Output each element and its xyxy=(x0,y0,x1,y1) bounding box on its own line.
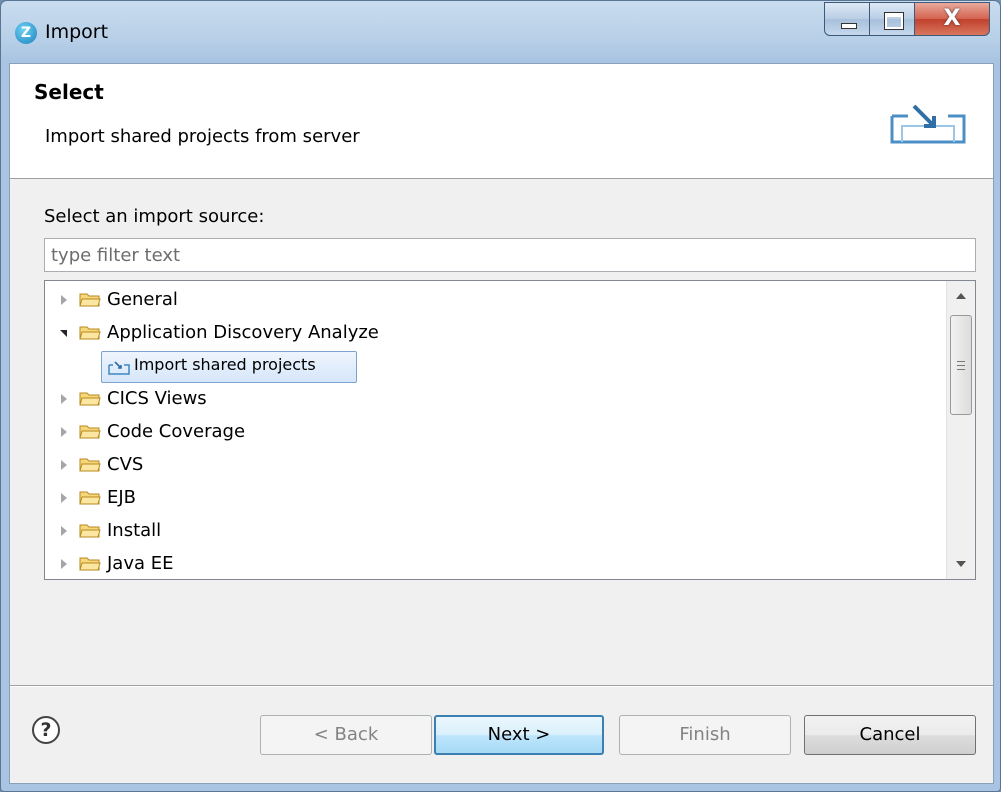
tree-item-label: Import shared projects xyxy=(134,355,316,374)
tree-item-import-shared-projects[interactable]: Import shared projects xyxy=(101,351,357,383)
grip-line xyxy=(957,365,965,366)
folder-icon xyxy=(79,326,101,340)
maximize-button[interactable] xyxy=(869,2,915,36)
tree-item-label: EJB xyxy=(107,487,137,508)
minimize-button[interactable] xyxy=(824,2,870,36)
expand-arrow-icon[interactable] xyxy=(61,559,67,569)
tree-item-label: General xyxy=(107,289,178,310)
folder-icon xyxy=(79,293,101,307)
folder-icon xyxy=(79,491,101,505)
tree-item-label: Application Discovery Analyze xyxy=(107,322,379,343)
minimize-icon xyxy=(825,3,869,35)
import-source-tree[interactable]: General Application Discovery Analyze Im… xyxy=(44,280,976,580)
folder-icon xyxy=(79,458,101,472)
import-wizard-icon xyxy=(890,104,966,144)
close-button[interactable]: X xyxy=(914,2,990,36)
title-bar[interactable]: Z Import X xyxy=(1,1,1000,63)
window-title: Import xyxy=(45,21,109,43)
cancel-button[interactable]: Cancel xyxy=(804,715,976,755)
app-logo-icon: Z xyxy=(15,22,37,44)
folder-icon xyxy=(79,392,101,406)
expand-arrow-icon[interactable] xyxy=(61,394,67,404)
expand-arrow-icon[interactable] xyxy=(61,493,67,503)
page-description: Import shared projects from server xyxy=(45,126,360,147)
tree-item-label: CICS Views xyxy=(107,388,207,409)
scrollbar-thumb[interactable] xyxy=(950,315,972,415)
tree-item-label: Code Coverage xyxy=(107,421,246,442)
close-icon: X xyxy=(943,6,961,31)
wizard-header: Select Import shared projects from serve… xyxy=(10,64,993,179)
folder-icon xyxy=(79,557,101,571)
folder-icon xyxy=(79,425,101,439)
expand-arrow-icon[interactable] xyxy=(61,526,67,536)
expand-arrow-icon[interactable] xyxy=(61,295,67,305)
next-button[interactable]: Next > xyxy=(434,715,604,755)
scroll-down-icon[interactable] xyxy=(956,561,966,567)
dialog-body: Select Import shared projects from serve… xyxy=(9,63,994,784)
tree-item-label: Java EE xyxy=(107,553,174,574)
footer-divider xyxy=(10,685,993,687)
tree-item-label: Install xyxy=(107,520,162,541)
tree-scrollbar[interactable] xyxy=(946,281,975,579)
finish-button[interactable]: Finish xyxy=(619,715,791,755)
import-icon xyxy=(108,361,130,375)
maximize-icon xyxy=(870,3,914,35)
back-button[interactable]: < Back xyxy=(260,715,432,755)
folder-icon xyxy=(79,524,101,538)
collapse-arrow-icon[interactable] xyxy=(60,330,67,337)
filter-input[interactable] xyxy=(44,238,976,272)
help-icon[interactable]: ? xyxy=(32,716,60,744)
grip-line xyxy=(957,361,965,362)
scroll-up-icon[interactable] xyxy=(956,293,966,299)
import-dialog: Z Import X Select Import shared projects… xyxy=(0,0,1001,792)
expand-arrow-icon[interactable] xyxy=(61,427,67,437)
tree-item-label: CVS xyxy=(107,454,144,475)
grip-line xyxy=(957,369,965,370)
expand-arrow-icon[interactable] xyxy=(61,460,67,470)
page-title: Select xyxy=(34,80,104,104)
import-source-label: Select an import source: xyxy=(44,206,265,227)
